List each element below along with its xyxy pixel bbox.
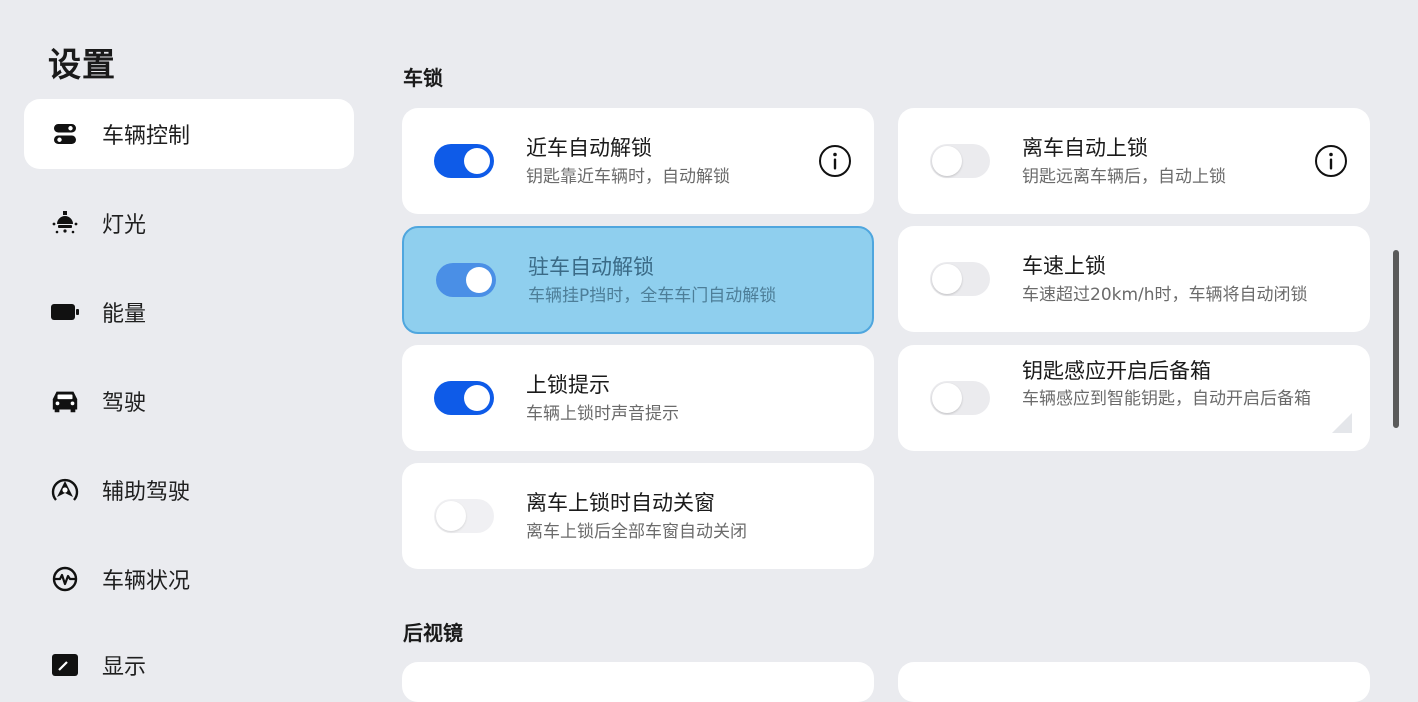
card-title: 车速上锁 [1022, 254, 1106, 278]
toggle-knob [932, 264, 962, 294]
toggle-switch[interactable] [436, 263, 496, 297]
card-text: 近车自动解锁 钥匙靠近车辆时，自动解锁 [526, 134, 854, 188]
card-lock-sound: 上锁提示 车辆上锁时声音提示 [402, 345, 874, 451]
info-icon[interactable] [1314, 144, 1348, 178]
sidebar-item-assisted-driving[interactable]: 辅助驾驶 [24, 455, 354, 525]
card-subtitle: 钥匙靠近车辆时，自动解锁 [526, 167, 730, 187]
card-subtitle: 钥匙远离车辆后，自动上锁 [1022, 167, 1226, 187]
card-text: 驻车自动解锁 车辆挂P挡时，全车车门自动解锁 [528, 253, 852, 307]
car-icon [50, 386, 80, 416]
sidebar-item-vehicle-status[interactable]: 车辆状况 [24, 544, 354, 614]
card-key-trunk: 钥匙感应开启后备箱 车辆感应到智能钥匙，自动开启后备箱 [898, 345, 1370, 451]
card-walkaway-lock: 离车自动上锁 钥匙远离车辆后，自动上锁 [898, 108, 1370, 214]
card-text: 钥匙感应开启后备箱 车辆感应到智能钥匙，自动开启后备箱 [1022, 357, 1318, 410]
card-title: 离车自动上锁 [1022, 136, 1148, 160]
card-subtitle: 车辆上锁时声音提示 [526, 404, 679, 424]
toggle-knob [464, 148, 490, 174]
vehicle-control-icon [50, 119, 80, 149]
card-title: 驻车自动解锁 [528, 255, 654, 279]
sidebar-item-label: 车辆状况 [102, 569, 191, 594]
card-title: 离车上锁时自动关窗 [526, 491, 715, 515]
card-speed-lock: 车速上锁 车速超过20km/h时，车辆将自动闭锁 [898, 226, 1370, 332]
toggle-switch[interactable] [434, 499, 494, 533]
display-icon [50, 650, 80, 680]
sidebar-item-label: 辅助驾驶 [102, 480, 191, 505]
card-text: 上锁提示 车辆上锁时声音提示 [526, 371, 854, 425]
toggle-knob [466, 267, 492, 293]
toggle-knob [932, 383, 962, 413]
sidebar-item-label: 灯光 [102, 213, 147, 238]
card-title: 近车自动解锁 [526, 136, 652, 160]
section-title-lock: 车锁 [403, 66, 443, 90]
light-icon [50, 208, 80, 238]
scrollbar[interactable] [1393, 250, 1399, 428]
toggle-switch[interactable] [930, 262, 990, 296]
toggle-switch[interactable] [930, 381, 990, 415]
sidebar-item-label: 能量 [102, 302, 147, 327]
info-icon[interactable] [818, 144, 852, 178]
card-text: 车速上锁 车速超过20km/h时，车辆将自动闭锁 [1022, 252, 1364, 306]
toggle-switch[interactable] [434, 381, 494, 415]
card-title: 钥匙感应开启后备箱 [1022, 359, 1211, 383]
toggle-knob [436, 501, 466, 531]
card-text: 离车自动上锁 钥匙远离车辆后，自动上锁 [1022, 134, 1350, 188]
toggle-switch[interactable] [434, 144, 494, 178]
mirror-card-right [898, 662, 1370, 702]
card-text: 离车上锁时自动关窗 离车上锁后全部车窗自动关闭 [526, 489, 854, 543]
assisted-driving-icon [50, 475, 80, 505]
sidebar-item-display[interactable]: 显示 [24, 630, 354, 700]
card-title: 上锁提示 [526, 373, 610, 397]
sidebar-item-vehicle-control[interactable]: 车辆控制 [24, 99, 354, 169]
sidebar-item-label: 车辆控制 [102, 124, 191, 149]
mirror-card-left [402, 662, 874, 702]
section-title-mirror: 后视镜 [403, 621, 463, 645]
sidebar-item-label: 驾驶 [102, 391, 147, 416]
toggle-knob [464, 385, 490, 411]
card-subtitle: 车速超过20km/h时，车辆将自动闭锁 [1022, 285, 1308, 305]
sidebar-item-light[interactable]: 灯光 [24, 188, 354, 258]
sidebar-item-energy[interactable]: 能量 [24, 277, 354, 347]
toggle-knob [932, 146, 962, 176]
card-proximity-unlock: 近车自动解锁 钥匙靠近车辆时，自动解锁 [402, 108, 874, 214]
card-subtitle: 车辆挂P挡时，全车车门自动解锁 [528, 286, 777, 306]
card-park-unlock: 驻车自动解锁 车辆挂P挡时，全车车门自动解锁 [402, 226, 874, 334]
card-auto-close-window: 离车上锁时自动关窗 离车上锁后全部车窗自动关闭 [402, 463, 874, 569]
sidebar: 车辆控制 灯光 能量 驾驶 辅助驾驶 车辆状况 显示 [0, 0, 380, 688]
vehicle-status-icon [50, 564, 80, 594]
expand-corner-icon[interactable] [1332, 413, 1352, 433]
sidebar-item-driving[interactable]: 驾驶 [24, 366, 354, 436]
card-subtitle: 离车上锁后全部车窗自动关闭 [526, 522, 747, 542]
sidebar-item-label: 显示 [102, 655, 147, 680]
toggle-switch[interactable] [930, 144, 990, 178]
battery-icon [50, 297, 80, 327]
card-subtitle: 车辆感应到智能钥匙，自动开启后备箱 [1022, 389, 1311, 409]
